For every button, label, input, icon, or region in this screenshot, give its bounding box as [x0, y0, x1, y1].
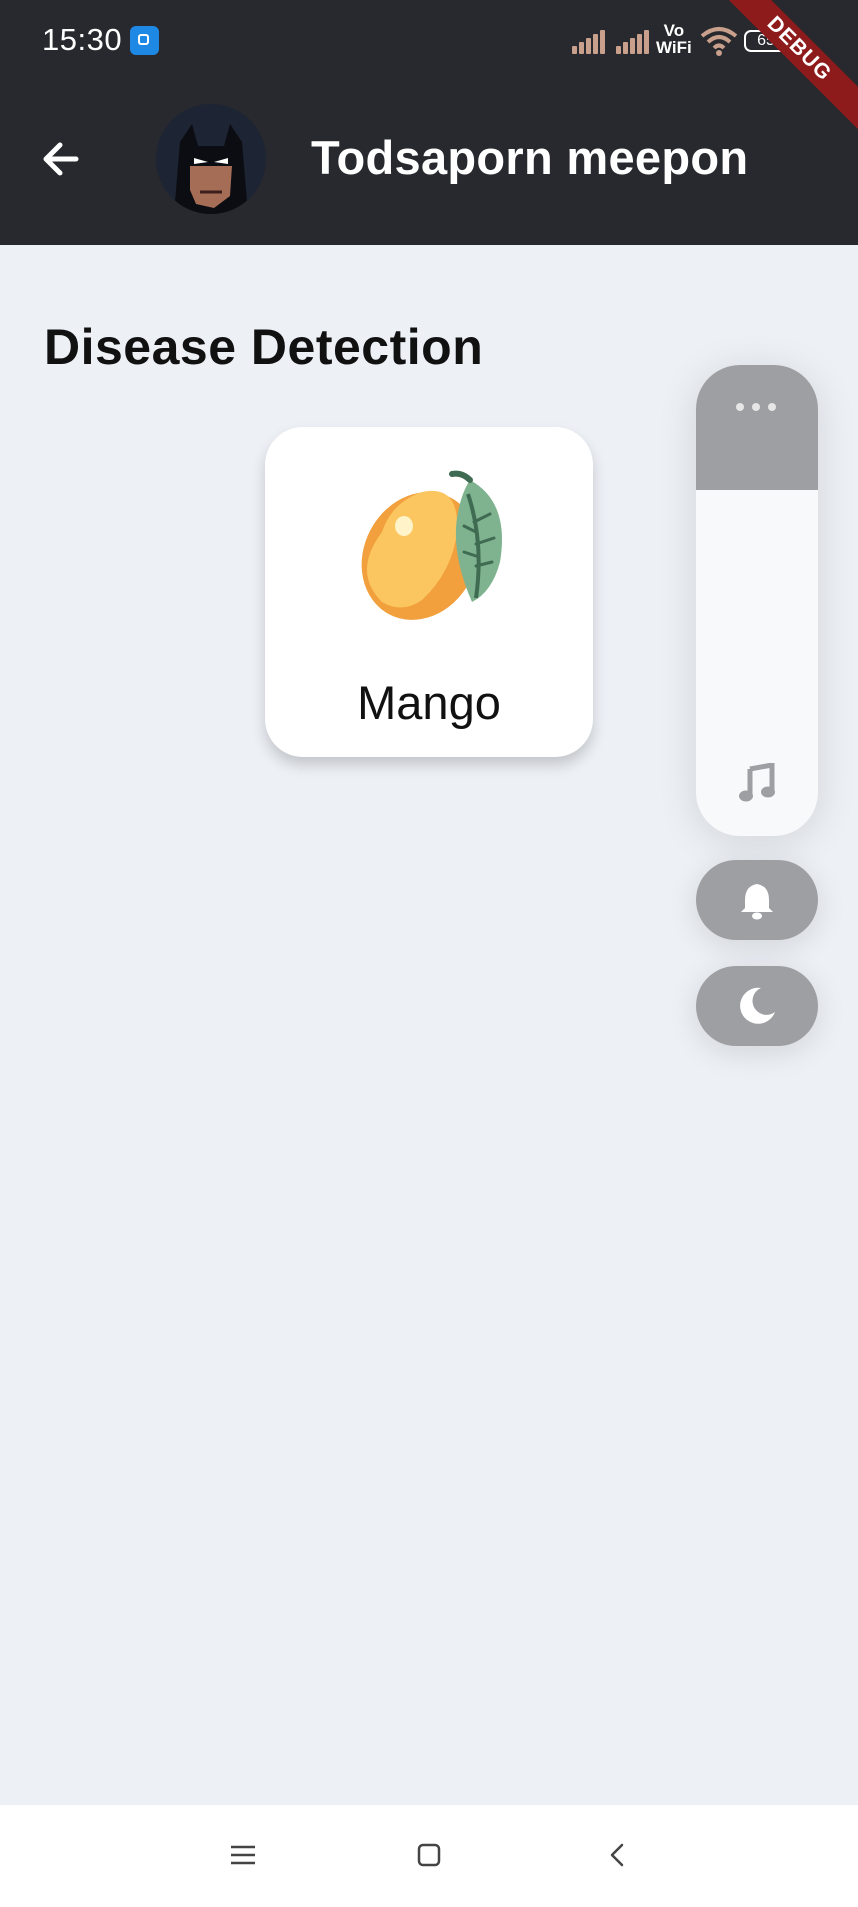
ringer-button[interactable] — [696, 860, 818, 940]
moon-icon — [740, 987, 775, 1024]
mango-card[interactable]: Mango — [265, 427, 593, 757]
volume-slider-header[interactable] — [696, 365, 818, 490]
arrow-left-icon[interactable] — [36, 134, 86, 184]
status-time: 15:30 — [42, 22, 123, 57]
more-dots-icon[interactable] — [736, 403, 778, 413]
notification-app-icon — [130, 26, 159, 55]
signal-strength-icon — [572, 28, 608, 54]
page-title: Disease Detection — [44, 319, 484, 375]
wifi-icon — [700, 27, 738, 56]
back-icon[interactable] — [600, 1837, 636, 1873]
home-icon[interactable] — [411, 1837, 447, 1873]
navigation-bar — [0, 1805, 858, 1907]
bell-icon — [741, 884, 773, 920]
mango-icon — [361, 470, 502, 620]
avatar[interactable] — [156, 104, 266, 214]
app-title: Todsaporn meepon — [311, 131, 749, 184]
batman-avatar-icon — [156, 104, 266, 214]
card-label: Mango — [357, 676, 501, 729]
menu-icon[interactable] — [225, 1837, 261, 1873]
app-bar: Todsaporn meepon — [0, 82, 858, 245]
do-not-disturb-button[interactable] — [696, 966, 818, 1046]
volume-slider[interactable] — [696, 365, 818, 836]
vowifi-indicator: Vo WiFi — [656, 21, 692, 57]
music-note-icon — [739, 763, 775, 802]
status-bar: 15:30 Vo WiFi 65 — [0, 0, 858, 82]
signal-strength-icon-2 — [616, 28, 652, 54]
